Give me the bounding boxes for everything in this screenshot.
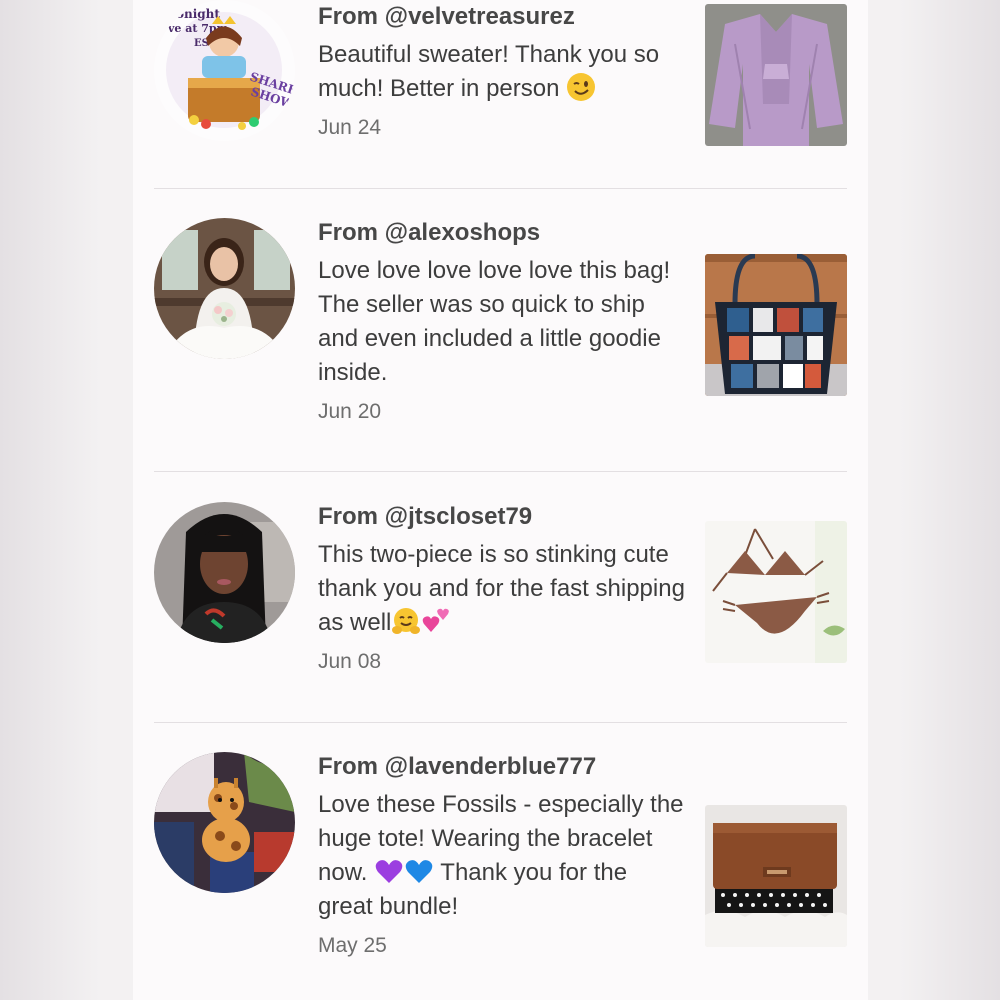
product-thumbnail[interactable] [705,254,847,396]
review-author[interactable]: From @jtscloset79 [318,502,688,532]
review-comment: This two-piece is so stinking cute thank… [318,538,688,640]
reviewer-handle[interactable]: @velvetreasurez [385,3,575,30]
reviewer-handle[interactable]: @lavenderblue777 [385,753,597,780]
reviewer-avatar[interactable] [154,218,295,359]
selfie-image [154,502,295,643]
fossil-wallet-image [705,805,847,947]
product-thumbnail[interactable] [705,521,847,663]
review-author[interactable]: From @velvetreasurez [318,2,688,32]
review-date: May 25 [318,934,387,957]
review-body: From @lavenderblue777 Love these Fossils… [318,752,688,960]
reviewer-avatar[interactable] [154,752,295,893]
review-date: Jun 08 [318,650,382,673]
plush-giraffe-image [154,752,295,893]
reviewer-handle[interactable]: @jtscloset79 [385,503,532,530]
review-comment: Love love love love love this bag! The s… [318,257,671,386]
review-author[interactable]: From @alexoshops [318,218,688,248]
reviewer-handle[interactable]: @alexoshops [385,219,540,246]
review-body: From @jtscloset79 This two-piece is so s… [318,502,688,676]
divider [154,471,847,472]
reviews-list: onight ve at 7pm EST SHARE SHOW From @ve… [133,0,868,1000]
patchwork-tote-image [705,254,847,396]
bride-photo-image [154,218,295,359]
share-show-avatar-image: onight ve at 7pm EST SHARE SHOW [154,0,295,141]
product-thumbnail[interactable] [705,805,847,947]
brown-bikini-image [705,521,847,663]
avatar-text: onight [176,7,220,21]
comment-text: This two-piece is so stinking cute thank… [318,541,685,636]
divider [154,188,847,189]
comment-text: Beautiful sweater! Thank you so much! Be… [318,41,660,102]
review-body: From @velvetreasurez Beautiful sweater! … [318,2,688,142]
hugging-face-icon [391,606,421,636]
lilac-cardigan-image [705,4,847,146]
from-label: From [318,219,378,246]
from-label: From [318,753,378,780]
purple-heart-icon [374,856,404,886]
review-date: Jun 20 [318,400,382,423]
review-comment: Beautiful sweater! Thank you so much! Be… [318,38,688,106]
winking-face-icon [566,72,596,102]
review-date: Jun 24 [318,116,382,139]
review-comment: Love these Fossils - especially the huge… [318,788,688,924]
review-body: From @alexoshops Love love love love lov… [318,218,688,426]
two-hearts-icon [421,606,451,636]
review-author[interactable]: From @lavenderblue777 [318,752,688,782]
from-label: From [318,503,378,530]
reviewer-avatar[interactable] [154,502,295,643]
blue-heart-icon [404,856,434,886]
from-label: From [318,3,378,30]
divider [154,722,847,723]
reviewer-avatar[interactable]: onight ve at 7pm EST SHARE SHOW [154,0,295,141]
product-thumbnail[interactable] [705,4,847,146]
